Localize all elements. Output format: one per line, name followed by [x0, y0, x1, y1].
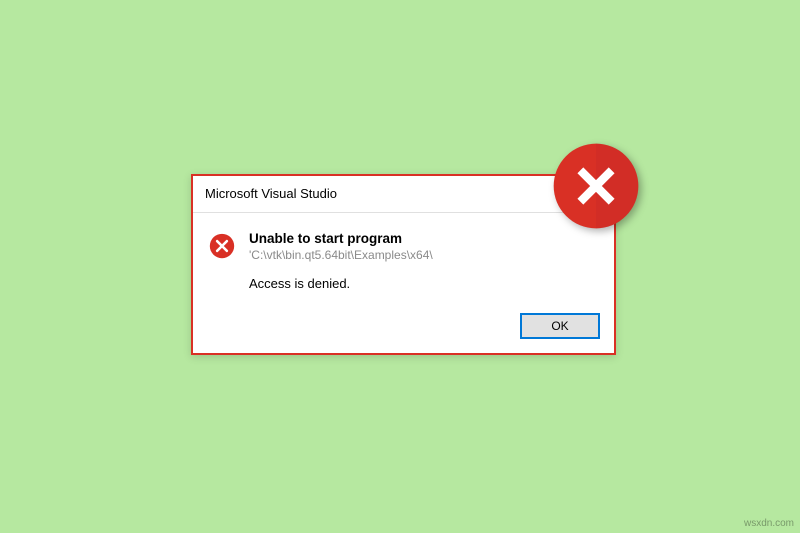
- error-message-main: Unable to start program: [249, 231, 598, 246]
- error-message-secondary: Access is denied.: [249, 276, 598, 291]
- error-badge-icon: [550, 140, 642, 232]
- error-icon: [209, 233, 235, 259]
- dialog-button-row: OK: [193, 305, 614, 353]
- dialog-title: Microsoft Visual Studio: [205, 186, 337, 201]
- message-block: Unable to start program 'C:\vtk\bin.qt5.…: [249, 231, 598, 291]
- watermark: wsxdn.com: [744, 518, 794, 529]
- error-message-path: 'C:\vtk\bin.qt5.64bit\Examples\x64\: [249, 248, 598, 262]
- ok-button[interactable]: OK: [520, 313, 600, 339]
